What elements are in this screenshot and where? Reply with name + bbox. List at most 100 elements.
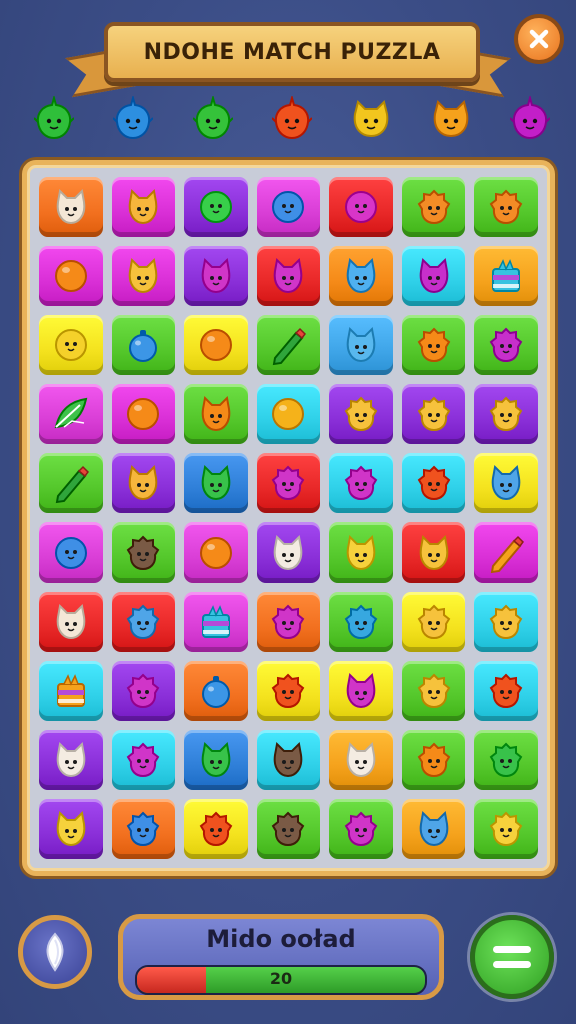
- tile-r4-c3[interactable]: [184, 384, 248, 445]
- blob-icon: [344, 466, 378, 501]
- tile-r6-c4[interactable]: [256, 522, 321, 583]
- tile-r8-c7[interactable]: [474, 660, 538, 721]
- tile-r9-c1[interactable]: [39, 729, 103, 790]
- tile-r5-c3[interactable]: [184, 453, 248, 514]
- tile-r3-c6[interactable]: [401, 315, 466, 376]
- tile-r10-c6[interactable]: [401, 798, 466, 859]
- tile-r4-c4[interactable]: [256, 384, 321, 445]
- tile-r8-c4[interactable]: [256, 660, 321, 721]
- tile-r8-c3[interactable]: [184, 660, 248, 721]
- tile-r4-c5[interactable]: [329, 384, 393, 445]
- tile-r7-c5[interactable]: [329, 591, 393, 652]
- tile-r1-c7[interactable]: [474, 177, 538, 238]
- tile-r5-c1[interactable]: [39, 453, 103, 514]
- tile-grid: [39, 177, 538, 859]
- tile-r6-c7[interactable]: [474, 522, 538, 583]
- tile-r1-c3[interactable]: [184, 177, 248, 238]
- tile-r6-c1[interactable]: [39, 522, 103, 583]
- tile-r1-c1[interactable]: [39, 177, 103, 238]
- tile-r8-c6[interactable]: [401, 660, 466, 721]
- tile-r2-c4[interactable]: [256, 246, 321, 307]
- tile-r4-c1[interactable]: [39, 384, 103, 445]
- cat-icon: [346, 534, 376, 570]
- tile-r8-c2[interactable]: [111, 660, 176, 721]
- tile-r5-c4[interactable]: [256, 453, 321, 514]
- tile-r7-c7[interactable]: [474, 591, 538, 652]
- tile-r7-c2[interactable]: [111, 591, 176, 652]
- cat-icon: [201, 396, 231, 432]
- cat-icon: [201, 741, 231, 777]
- tile-r7-c3[interactable]: [184, 591, 248, 652]
- tile-r2-c5[interactable]: [329, 246, 393, 307]
- tile-r10-c1[interactable]: [39, 798, 103, 859]
- tile-r6-c6[interactable]: [401, 522, 466, 583]
- tile-r1-c5[interactable]: [329, 177, 393, 238]
- tile-r6-c2[interactable]: [111, 522, 176, 583]
- blob-icon: [489, 604, 523, 639]
- blob-icon: [272, 604, 305, 639]
- tile-r2-c2[interactable]: [111, 246, 176, 307]
- title-ribbon: NDOHE MATCH PUZZLA: [104, 22, 480, 82]
- cake-icon: [492, 259, 521, 293]
- blob-icon: [489, 742, 523, 777]
- status-title: Mido ooład: [206, 925, 356, 953]
- progress-value: 20: [269, 969, 293, 988]
- blob-icon: [489, 811, 523, 846]
- tile-r5-c5[interactable]: [329, 453, 393, 514]
- blob-icon: [417, 673, 450, 708]
- tile-r5-c6[interactable]: [401, 453, 466, 514]
- tile-r9-c5[interactable]: [329, 729, 393, 790]
- tile-r9-c4[interactable]: [256, 729, 321, 790]
- tile-r3-c2[interactable]: [111, 315, 176, 376]
- menu-icon: [493, 946, 531, 968]
- tile-r3-c7[interactable]: [474, 315, 538, 376]
- tile-r9-c3[interactable]: [184, 729, 248, 790]
- menu-button[interactable]: [470, 915, 554, 999]
- title-banner: NDOHE MATCH PUZZLA: [64, 14, 512, 98]
- tile-r2-c1[interactable]: [39, 246, 103, 307]
- tile-r5-c2[interactable]: [111, 453, 176, 514]
- tile-r1-c4[interactable]: [256, 177, 321, 238]
- tile-r3-c3[interactable]: [184, 315, 248, 376]
- tile-r6-c5[interactable]: [329, 522, 393, 583]
- tile-r10-c5[interactable]: [329, 798, 393, 859]
- tile-r2-c6[interactable]: [401, 246, 466, 307]
- ball-icon: [54, 329, 87, 362]
- tile-r3-c1[interactable]: [39, 315, 103, 376]
- tile-r1-c2[interactable]: [111, 177, 176, 238]
- tile-r8-c1[interactable]: [39, 660, 103, 721]
- tile-r1-c6[interactable]: [401, 177, 466, 238]
- blob-icon: [127, 535, 160, 570]
- tile-r5-c7[interactable]: [474, 453, 538, 514]
- tile-r9-c2[interactable]: [111, 729, 176, 790]
- cat-icon: [419, 534, 448, 570]
- blob-icon: [489, 327, 523, 363]
- tile-r10-c2[interactable]: [111, 798, 176, 859]
- tile-r3-c4[interactable]: [256, 315, 321, 376]
- tile-r9-c7[interactable]: [474, 729, 538, 790]
- tile-r9-c6[interactable]: [401, 729, 466, 790]
- cat-icon: [491, 465, 521, 501]
- close-button[interactable]: [514, 14, 564, 64]
- tile-r10-c3[interactable]: [184, 798, 248, 859]
- tile-r6-c3[interactable]: [184, 522, 248, 583]
- ball-icon: [199, 191, 232, 224]
- cake-icon: [56, 673, 85, 707]
- booster-button[interactable]: [18, 915, 92, 989]
- tile-r7-c1[interactable]: [39, 591, 103, 652]
- tile-r10-c7[interactable]: [474, 798, 538, 859]
- tile-r10-c4[interactable]: [256, 798, 321, 859]
- tile-r8-c5[interactable]: [329, 660, 393, 721]
- ball-icon: [54, 536, 87, 569]
- tile-r4-c7[interactable]: [474, 384, 538, 445]
- ball-icon: [345, 191, 378, 224]
- tile-r7-c4[interactable]: [256, 591, 321, 652]
- orb-icon: [199, 536, 232, 569]
- tile-r4-c2[interactable]: [111, 384, 176, 445]
- cat-icon: [56, 603, 86, 639]
- tile-r3-c5[interactable]: [329, 315, 393, 376]
- tile-r4-c6[interactable]: [401, 384, 466, 445]
- tile-r2-c3[interactable]: [184, 246, 248, 307]
- tile-r7-c6[interactable]: [401, 591, 466, 652]
- tile-r2-c7[interactable]: [474, 246, 538, 307]
